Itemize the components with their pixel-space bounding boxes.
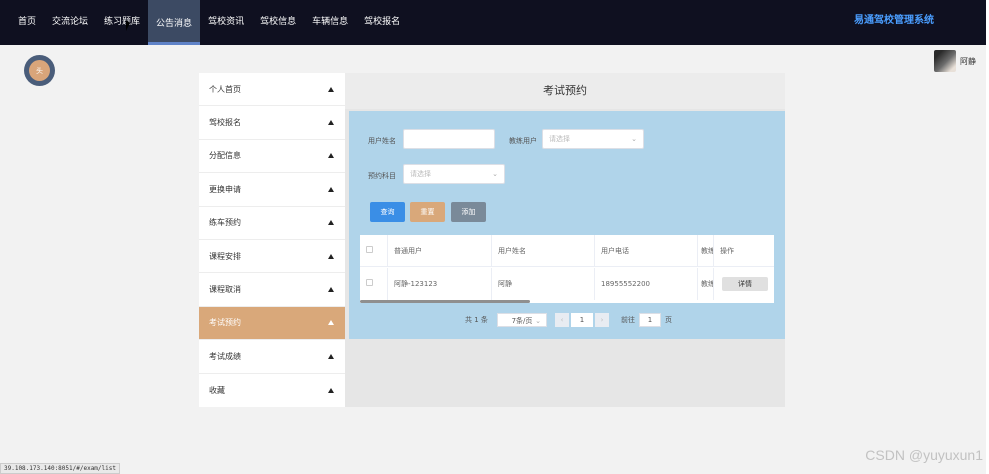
- triangle-icon: [328, 387, 334, 393]
- add-button[interactable]: 添加: [451, 202, 486, 222]
- coach-select-placeholder: 请选择: [549, 135, 570, 143]
- sidebar-item-label: 考试预约: [209, 318, 241, 328]
- nav-school-info[interactable]: 驾校信息: [252, 0, 304, 45]
- sidebar-item-label: 课程安排: [209, 251, 241, 261]
- table-row: 阿静-123123 阿静 18955552200 教练 详情: [360, 268, 774, 300]
- page-size-select[interactable]: 7条/页 ⌄: [497, 313, 547, 327]
- cell-user: 阿静-123123: [388, 268, 492, 300]
- triangle-icon: [328, 220, 334, 226]
- username-input[interactable]: [403, 129, 495, 149]
- triangle-icon: [328, 153, 334, 159]
- top-nav: 首页 交流论坛 练习题库 公告消息 驾校资讯 驾校信息 车辆信息 驾校报名 易通…: [0, 0, 989, 45]
- nav-question-bank[interactable]: 练习题库: [96, 0, 148, 45]
- sidebar-item-label: 更换申请: [209, 184, 241, 194]
- table-header: 普通用户 用户姓名 用户电话 教练 操作: [360, 235, 774, 267]
- search-button[interactable]: 查询: [370, 202, 405, 222]
- reset-button[interactable]: 重置: [410, 202, 445, 222]
- nav-home[interactable]: 首页: [10, 0, 44, 45]
- page-title: 考试预约: [345, 73, 785, 109]
- sidebar-item-label: 驾校报名: [209, 118, 241, 128]
- pagination: 共 1 条 7条/页 ⌄ ‹ 1 › 前往 1 页: [349, 313, 785, 327]
- goto-page-input[interactable]: 1: [639, 313, 661, 327]
- triangle-icon: [328, 353, 334, 359]
- sidebar-item-favorites[interactable]: 收藏: [199, 374, 345, 407]
- user-menu[interactable]: 阿静: [934, 50, 976, 72]
- sidebar-item-home[interactable]: 个人首页: [199, 73, 345, 107]
- sidebar-item-label: 考试成绩: [209, 351, 241, 361]
- column-header: 教练: [698, 235, 714, 266]
- coach-label: 教练用户: [509, 137, 537, 145]
- triangle-icon: [328, 86, 334, 92]
- sidebar-item-schedule[interactable]: 课程安排: [199, 240, 345, 274]
- user-photo: [934, 50, 956, 72]
- subject-label: 预约科目: [368, 172, 396, 180]
- nav-announcements[interactable]: 公告消息: [148, 0, 201, 45]
- sidebar-item-course-cancel[interactable]: 课程取消: [199, 273, 345, 307]
- nav-school-news[interactable]: 驾校资讯: [200, 0, 252, 45]
- sidebar-item-practice-booking[interactable]: 练车预约: [199, 207, 345, 240]
- brand-title: 易通驾校管理系统: [854, 15, 934, 26]
- sidebar: 个人首页 驾校报名 分配信息 更换申请 练车预约 课程安排 课程取消 考试预约 …: [199, 73, 345, 407]
- main-panel: 考试预约 用户姓名 教练用户 请选择 ⌄ 预约科目 请选择 ⌄ 查询 重置 添加…: [345, 73, 785, 407]
- cell-actions: 详情: [714, 268, 774, 300]
- sidebar-item-signup[interactable]: 驾校报名: [199, 106, 345, 140]
- nav-vehicle-info[interactable]: 车辆信息: [304, 0, 356, 45]
- sidebar-item-exam-booking[interactable]: 考试预约: [199, 306, 345, 341]
- header-checkbox-cell: [360, 235, 388, 266]
- select-all-checkbox[interactable]: [366, 246, 373, 253]
- sidebar-item-exam-results[interactable]: 考试成绩: [199, 340, 345, 374]
- next-page-button[interactable]: ›: [595, 313, 609, 327]
- avatar-inner: 头: [29, 60, 50, 81]
- table-scrollbar[interactable]: [360, 300, 530, 303]
- status-bar-url: 39.108.173.140:8051/#/exam/list: [0, 463, 120, 474]
- subject-select-placeholder: 请选择: [410, 170, 431, 178]
- data-table: 普通用户 用户姓名 用户电话 教练 操作 阿静-123123 阿静 189555…: [360, 235, 774, 303]
- row-checkbox-cell: [360, 268, 388, 300]
- nav-forum[interactable]: 交流论坛: [44, 0, 96, 45]
- column-header: 操作: [720, 247, 734, 255]
- row-checkbox[interactable]: [366, 279, 373, 286]
- cell-name: 阿静: [492, 268, 595, 300]
- triangle-icon: [328, 320, 334, 326]
- search-panel: 用户姓名 教练用户 请选择 ⌄ 预约科目 请选择 ⌄ 查询 重置 添加 普通用户…: [349, 111, 785, 339]
- sidebar-item-label: 分配信息: [209, 151, 241, 161]
- cell-phone: 18955552200: [595, 268, 698, 300]
- column-header: 用户电话: [595, 235, 698, 266]
- username-label: 用户姓名: [368, 137, 396, 145]
- triangle-icon: [328, 253, 334, 259]
- detail-button[interactable]: 详情: [722, 277, 768, 291]
- pager-total: 共 1 条: [465, 316, 488, 324]
- goto-label: 前往: [621, 316, 635, 324]
- triangle-icon: [328, 186, 334, 192]
- mouse-cursor-icon: [126, 20, 130, 31]
- subject-select[interactable]: 请选择 ⌄: [403, 164, 505, 184]
- sidebar-item-label: 个人首页: [209, 84, 241, 94]
- page-size-value: 7条/页: [511, 317, 533, 325]
- cell-coach: 教练: [698, 268, 714, 300]
- sidebar-item-label: 练车预约: [209, 218, 241, 228]
- sidebar-item-label: 收藏: [209, 385, 225, 395]
- triangle-icon: [328, 287, 334, 293]
- nav-school-signup[interactable]: 驾校报名: [356, 0, 408, 45]
- sidebar-item-assignment[interactable]: 分配信息: [199, 140, 345, 174]
- sidebar-item-change-request[interactable]: 更换申请: [199, 173, 345, 207]
- user-name: 阿静: [960, 56, 976, 66]
- coach-select[interactable]: 请选择 ⌄: [542, 129, 644, 149]
- prev-page-button[interactable]: ‹: [555, 313, 569, 327]
- page-number-current[interactable]: 1: [571, 313, 593, 327]
- watermark: CSDN @yuyuxun1: [865, 447, 983, 463]
- chevron-down-icon: ⌄: [492, 170, 498, 178]
- chevron-down-icon: ⌄: [535, 317, 541, 325]
- column-header: 普通用户: [388, 235, 492, 266]
- page-unit-label: 页: [665, 316, 672, 324]
- chevron-down-icon: ⌄: [631, 135, 637, 143]
- sidebar-item-label: 课程取消: [209, 285, 241, 295]
- column-header: 用户姓名: [492, 235, 595, 266]
- triangle-icon: [328, 120, 334, 126]
- avatar[interactable]: 头: [24, 55, 55, 86]
